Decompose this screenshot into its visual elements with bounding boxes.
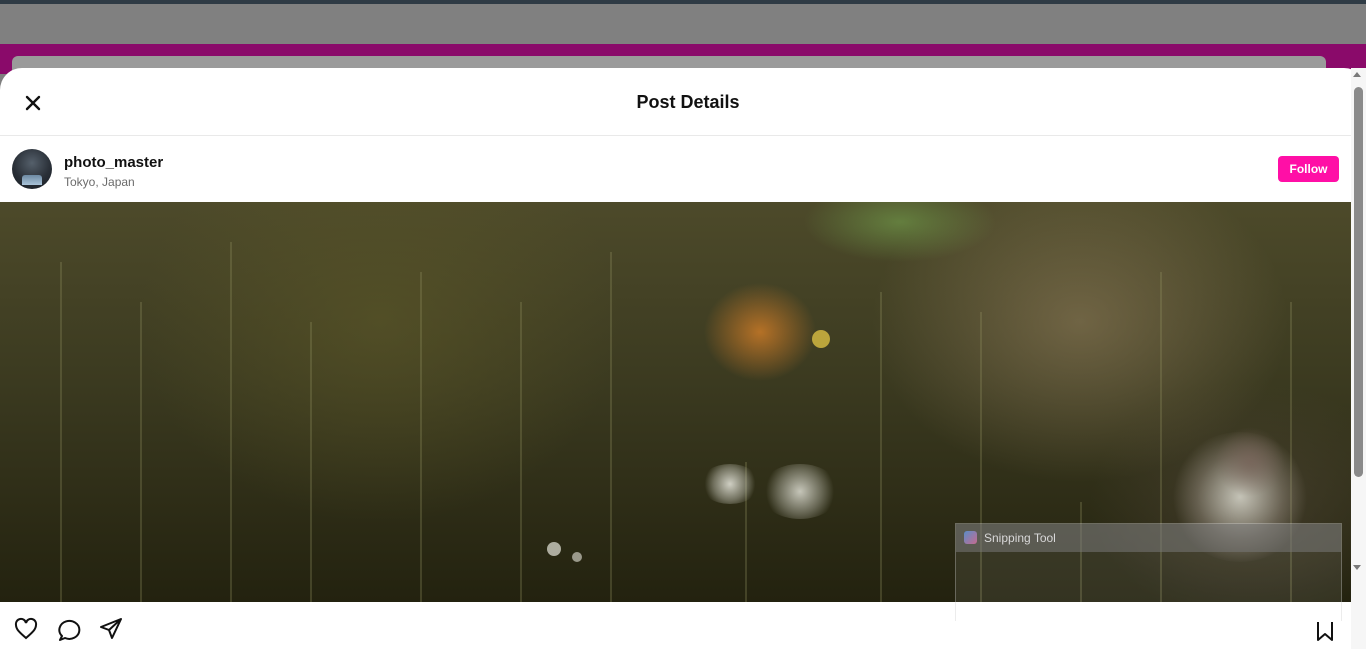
photo-detail [547, 542, 561, 556]
photo-detail [812, 330, 830, 348]
photo-detail [1215, 427, 1285, 497]
comment-icon[interactable] [56, 616, 82, 642]
modal-title: Post Details [636, 92, 740, 112]
photo-detail [420, 272, 422, 602]
backdrop-header [0, 4, 1366, 44]
photo-detail [520, 302, 522, 602]
post-header: photo_master Tokyo, Japan Follow [0, 137, 1350, 201]
snipping-tool-body [956, 603, 1341, 622]
send-icon[interactable] [98, 616, 124, 642]
photo-detail [60, 262, 62, 602]
username[interactable]: photo_master [64, 154, 163, 171]
snipping-tool-window[interactable]: Snipping Tool [955, 523, 1342, 622]
modal-header: Post Details [0, 68, 1366, 136]
photo-detail [700, 464, 760, 504]
photo-detail [230, 242, 232, 602]
photo-detail [880, 292, 882, 602]
snipping-tool-titlebar[interactable]: Snipping Tool [956, 524, 1341, 552]
avatar[interactable] [12, 149, 52, 189]
scissors-icon [964, 531, 977, 544]
photo-detail [760, 464, 840, 519]
follow-button[interactable]: Follow [1278, 156, 1339, 182]
photo-detail [310, 322, 312, 602]
scroll-down-arrow[interactable] [1353, 565, 1361, 570]
photo-detail [140, 302, 142, 602]
snipping-tool-title: Snipping Tool [984, 531, 1056, 545]
photo-detail [610, 252, 612, 602]
scrollbar-thumb[interactable] [1354, 87, 1363, 477]
scroll-up-arrow[interactable] [1353, 72, 1361, 77]
heart-icon[interactable] [13, 616, 39, 642]
post-location[interactable]: Tokyo, Japan [64, 175, 135, 189]
photo-detail [572, 552, 582, 562]
